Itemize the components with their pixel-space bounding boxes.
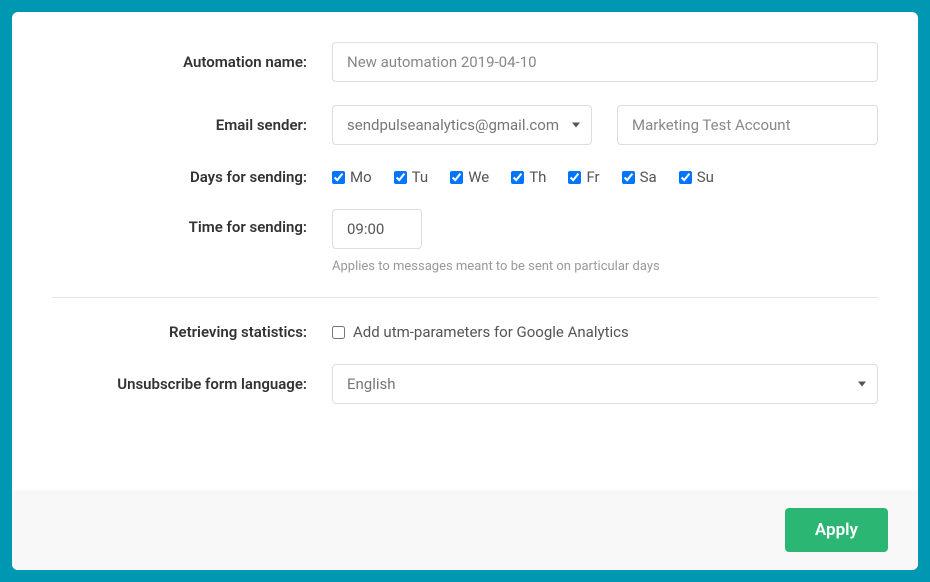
time-hint: Applies to messages meant to be sent on …: [332, 259, 660, 274]
footer: Apply: [12, 490, 918, 570]
label-days: Days for sending:: [52, 168, 332, 186]
row-unsubscribe-lang: Unsubscribe form language: English: [52, 364, 878, 404]
automation-name-input[interactable]: [332, 42, 878, 82]
day-fr[interactable]: Fr: [568, 168, 599, 186]
days-group: Mo Tu We Th Fr Sa Su: [332, 168, 714, 186]
settings-panel: Automation name: Email sender: sendpulse…: [12, 12, 918, 570]
day-we-checkbox[interactable]: [450, 171, 463, 184]
day-th[interactable]: Th: [511, 168, 546, 186]
unsubscribe-language-select[interactable]: English: [332, 364, 878, 404]
day-we[interactable]: We: [450, 168, 489, 186]
day-sa[interactable]: Sa: [622, 168, 657, 186]
row-days: Days for sending: Mo Tu We Th Fr Sa Su: [52, 168, 878, 186]
sender-email-select[interactable]: sendpulseanalytics@gmail.com: [332, 105, 592, 145]
day-fr-checkbox[interactable]: [568, 171, 581, 184]
label-time: Time for sending:: [52, 209, 332, 236]
day-mo-checkbox[interactable]: [332, 171, 345, 184]
day-tu-checkbox[interactable]: [394, 171, 407, 184]
day-su-checkbox[interactable]: [679, 171, 692, 184]
utm-label: Add utm-parameters for Google Analytics: [353, 323, 629, 341]
row-automation-name: Automation name:: [52, 42, 878, 82]
day-su[interactable]: Su: [679, 168, 714, 186]
time-input[interactable]: [332, 209, 422, 249]
label-automation-name: Automation name:: [52, 53, 332, 71]
day-sa-checkbox[interactable]: [622, 171, 635, 184]
day-tu[interactable]: Tu: [394, 168, 429, 186]
row-statistics: Retrieving statistics: Add utm-parameter…: [52, 323, 878, 341]
utm-checkbox-wrap[interactable]: Add utm-parameters for Google Analytics: [332, 323, 629, 341]
form-area: Automation name: Email sender: sendpulse…: [12, 12, 918, 490]
day-th-checkbox[interactable]: [511, 171, 524, 184]
utm-checkbox[interactable]: [332, 326, 345, 339]
label-email-sender: Email sender:: [52, 116, 332, 134]
day-mo[interactable]: Mo: [332, 168, 372, 186]
row-email-sender: Email sender: sendpulseanalytics@gmail.c…: [52, 105, 878, 145]
row-time: Time for sending: Applies to messages me…: [52, 209, 878, 274]
label-unsubscribe-lang: Unsubscribe form language:: [52, 375, 332, 393]
apply-button[interactable]: Apply: [785, 508, 888, 552]
sender-name-input[interactable]: [617, 105, 878, 145]
divider: [52, 297, 878, 298]
label-statistics: Retrieving statistics:: [52, 323, 332, 341]
